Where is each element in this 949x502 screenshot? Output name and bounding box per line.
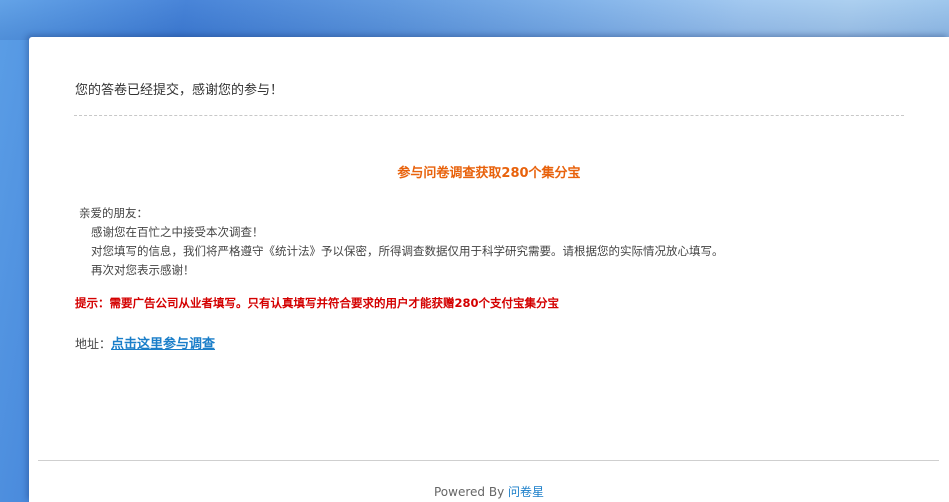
background-sky [0,0,949,40]
address-label: 地址： [75,337,112,351]
survey-link[interactable]: 点击这里参与调查 [111,337,215,352]
promo-title: 参与问卷调查获取280个集分宝 [397,166,581,181]
powered-by-text: Powered By [434,485,508,499]
notice-text: 提示：需要广告公司从业者填写。只有认真填写并符合要求的用户才能获赠280个支付宝… [75,296,560,310]
letter-body: 亲爱的朋友： 感谢您在百忙之中接受本次调查！ 对您填写的信息，我们将严格遵守《统… [79,204,724,280]
address-row: 地址：点击这里参与调查 [75,333,215,352]
content-card: 您的答卷已经提交，感谢您的参与！ 参与问卷调查获取280个集分宝 亲爱的朋友： … [29,37,949,502]
letter-greeting: 亲爱的朋友： [79,206,148,220]
letter-line-closing: 再次对您表示感谢！ [91,263,195,277]
footer-divider [38,460,939,461]
letter-line-thanks: 感谢您在百忙之中接受本次调查！ [91,225,264,239]
brand-link[interactable]: 问卷星 [508,485,544,499]
letter-line-privacy: 对您填写的信息，我们将严格遵守《统计法》予以保密，所得调查数据仅用于科学研究需要… [91,244,724,258]
dashed-divider [74,115,904,116]
footer: Powered By 问卷星 [29,483,949,500]
submission-confirmation: 您的答卷已经提交，感谢您的参与！ [75,83,284,98]
